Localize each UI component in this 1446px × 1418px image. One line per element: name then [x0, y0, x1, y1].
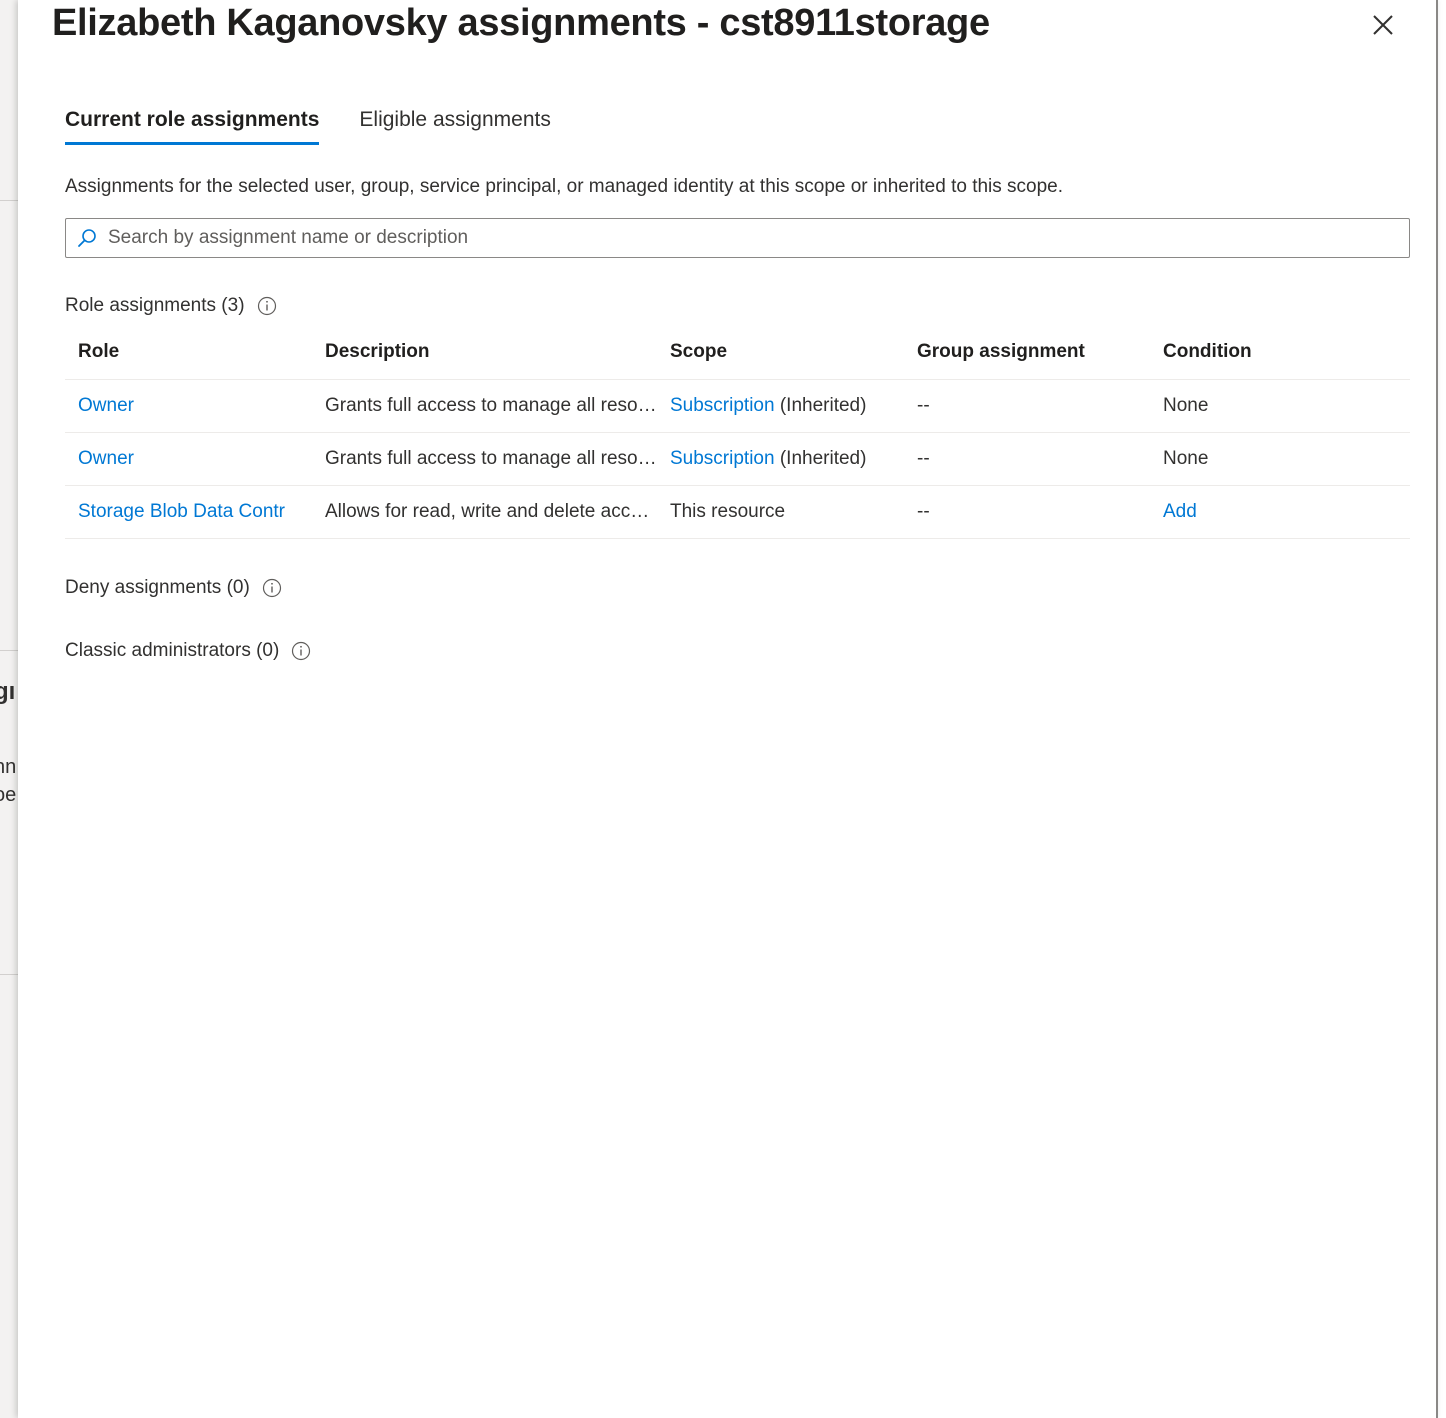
scope-suffix: This resource: [670, 501, 786, 522]
info-icon[interactable]: [262, 578, 282, 598]
add-condition-link[interactable]: Add: [1163, 501, 1197, 522]
table-row: Owner Grants full access to manage all r…: [65, 432, 1410, 486]
background-blade: gı nn oe: [0, 0, 18, 1418]
tab-current-role-assignments[interactable]: Current role assignments: [65, 108, 320, 145]
deny-assignments-label: Deny assignments (0): [65, 577, 250, 598]
column-header-condition[interactable]: Condition: [1150, 324, 1410, 380]
scope-cell: This resource: [657, 485, 904, 539]
background-divider: [0, 200, 18, 201]
column-header-scope[interactable]: Scope: [657, 324, 904, 380]
group-assignment-cell: --: [904, 379, 1150, 433]
scope-link[interactable]: Subscription: [670, 448, 775, 469]
column-header-group-assignment[interactable]: Group assignment: [904, 324, 1150, 380]
intro-description: Assignments for the selected user, group…: [65, 176, 1064, 197]
scope-cell: Subscription (Inherited): [657, 379, 904, 433]
group-assignment-cell: --: [904, 485, 1150, 539]
role-cell: Owner: [65, 379, 312, 433]
condition-cell: None: [1150, 432, 1410, 486]
condition-cell: Add: [1150, 485, 1410, 539]
description-cell: Allows for read, write and delete access…: [312, 485, 657, 539]
tab-bar: Current role assignments Eligible assign…: [65, 108, 551, 145]
classic-administrators-heading: Classic administrators (0): [65, 640, 311, 662]
scope-suffix: (Inherited): [774, 448, 867, 469]
search-icon: [78, 229, 96, 247]
info-icon[interactable]: [257, 296, 277, 316]
role-link[interactable]: Owner: [78, 448, 134, 469]
info-icon[interactable]: [291, 641, 311, 661]
column-header-role[interactable]: Role: [65, 324, 312, 380]
background-text: nn: [0, 756, 17, 778]
close-button[interactable]: [1368, 10, 1398, 40]
close-icon: [1373, 15, 1393, 35]
description-cell: Grants full access to manage all resourc…: [312, 379, 657, 433]
table-row: Owner Grants full access to manage all r…: [65, 379, 1410, 433]
background-divider: [0, 650, 18, 651]
role-assignments-table: Role Description Scope Group assignment …: [65, 324, 1410, 539]
column-header-description[interactable]: Description: [312, 324, 657, 380]
role-link[interactable]: Storage Blob Data Contr: [78, 501, 285, 522]
role-cell: Storage Blob Data Contr: [65, 485, 312, 539]
background-text: gı: [0, 678, 16, 705]
description-cell: Grants full access to manage all resourc…: [312, 432, 657, 486]
condition-cell: None: [1150, 379, 1410, 433]
table-header-row: Role Description Scope Group assignment …: [65, 324, 1410, 380]
classic-administrators-label: Classic administrators (0): [65, 640, 280, 661]
group-assignment-cell: --: [904, 432, 1150, 486]
search-box[interactable]: [65, 218, 1410, 258]
search-input[interactable]: [106, 226, 1409, 250]
scope-suffix: (Inherited): [774, 395, 867, 416]
background-divider: [0, 974, 18, 975]
tab-eligible-assignments[interactable]: Eligible assignments: [359, 108, 550, 145]
role-cell: Owner: [65, 432, 312, 486]
scope-link[interactable]: Subscription: [670, 395, 775, 416]
table-row: Storage Blob Data Contr Allows for read,…: [65, 485, 1410, 539]
assignments-panel: Elizabeth Kaganovsky assignments - cst89…: [18, 0, 1438, 1418]
role-assignments-label: Role assignments (3): [65, 295, 245, 316]
scope-cell: Subscription (Inherited): [657, 432, 904, 486]
panel-title: Elizabeth Kaganovsky assignments - cst89…: [52, 2, 990, 44]
role-link[interactable]: Owner: [78, 395, 134, 416]
background-text: oe: [0, 784, 17, 806]
deny-assignments-heading: Deny assignments (0): [65, 577, 282, 599]
role-assignments-heading: Role assignments (3): [65, 295, 277, 317]
